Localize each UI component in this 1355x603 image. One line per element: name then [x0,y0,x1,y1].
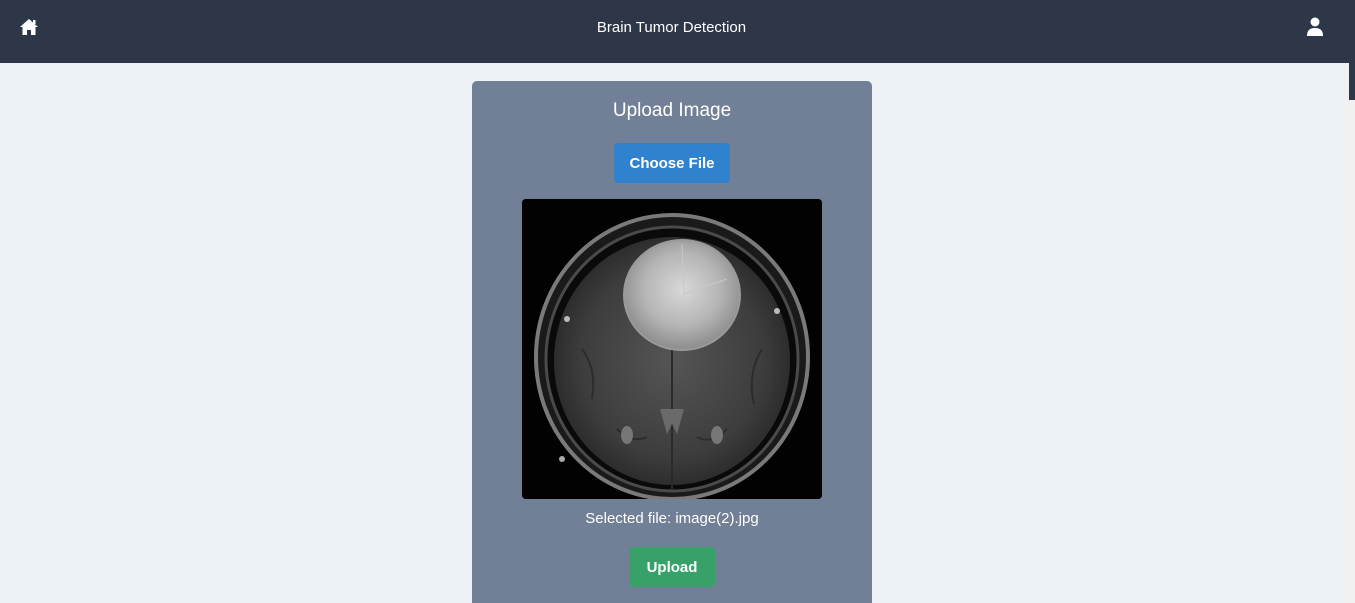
upload-heading: Upload Image [612,100,732,121]
choose-file-button[interactable]: Choose File [614,143,730,183]
selected-file-label: Selected file: image(2).jpg [585,510,759,527]
scrollbar-thumb[interactable] [1349,0,1355,100]
upload-card: Upload Image Choose File Selected file: … [472,81,872,603]
top-navbar: Brain Tumor Detection [0,0,1355,63]
scrollbar-track[interactable] [1343,63,1355,603]
user-icon[interactable] [1306,17,1324,37]
app-title: Brain Tumor Detection [596,19,747,36]
brain-mri-image [522,199,822,499]
image-preview [522,199,822,499]
upload-button[interactable]: Upload [629,547,715,587]
